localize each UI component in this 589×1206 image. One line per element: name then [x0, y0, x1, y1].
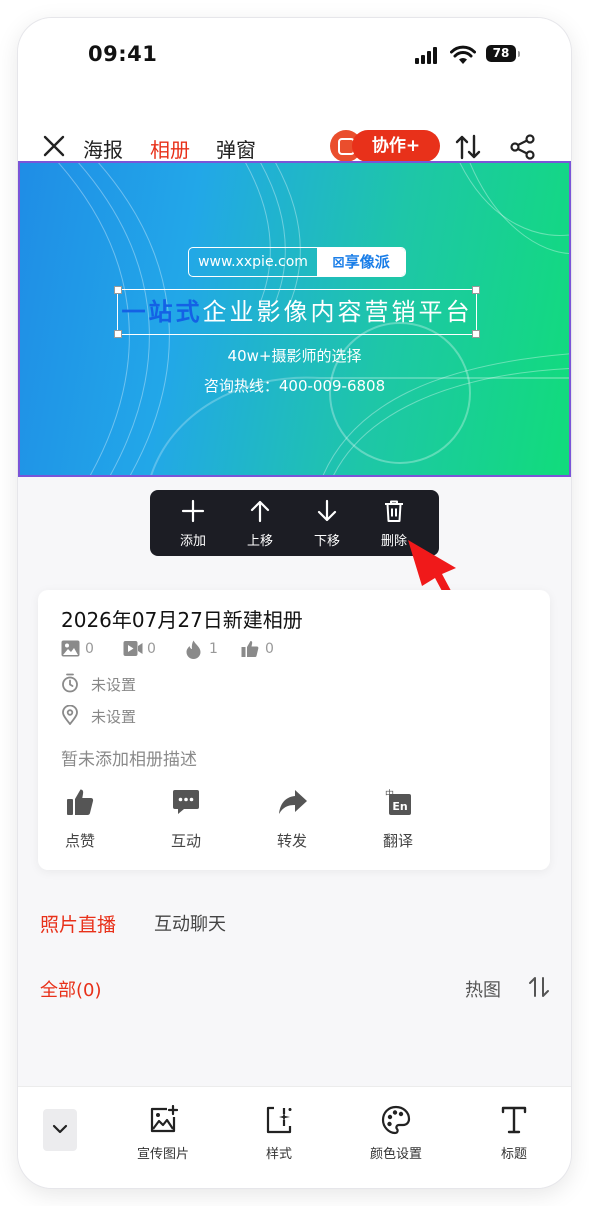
collapse-button[interactable] [43, 1109, 77, 1151]
tab-popup[interactable]: 弹窗 [216, 134, 256, 163]
cellular-signal-icon [415, 46, 443, 64]
album-info-card: 2026年07月27日新建相册 0 0 1 0 未设置 未设置 暂未添加相册描述… [38, 590, 550, 870]
trash-icon [385, 500, 403, 522]
translate-icon: En中 [385, 788, 411, 815]
phone-screen: 09:41 78 海报 相册 弹窗 协作+ www.xxpie.com ⊠享像派… [18, 18, 571, 1188]
title-button[interactable]: 标题 [469, 1105, 559, 1165]
status-bar: 09:41 78 [18, 18, 571, 88]
forward-button[interactable]: 转发 [262, 788, 322, 852]
thumb-up-icon [241, 641, 259, 657]
color-settings-button[interactable]: 颜色设置 [351, 1105, 441, 1165]
style-button[interactable]: 样式 [234, 1105, 324, 1165]
palette-icon [381, 1105, 411, 1135]
timer-icon [62, 673, 78, 693]
selected-text-box[interactable]: 一站式企业影像内容营销平台 [114, 286, 480, 338]
location-setting-row[interactable]: 未设置 [61, 704, 136, 726]
brand-logo-icon: ⊠ [332, 253, 345, 271]
text-t-icon [501, 1106, 527, 1134]
arrow-down-icon [317, 499, 337, 522]
tab-interactive-chat[interactable]: 互动聊天 [154, 910, 226, 936]
status-time: 09:41 [88, 42, 158, 66]
wifi-icon [450, 45, 476, 64]
forward-arrow-icon [279, 790, 307, 814]
filter-all[interactable]: 全部(0) [40, 976, 102, 1002]
tab-album[interactable]: 相册 [150, 134, 190, 163]
svg-text:中: 中 [385, 788, 394, 800]
hot-count: 1 [185, 640, 218, 660]
image-icon [61, 640, 80, 657]
move-down-button[interactable]: 下移 [294, 490, 360, 556]
like-button[interactable]: 点赞 [50, 788, 110, 852]
battery-icon: 78 [486, 45, 520, 62]
time-setting-row[interactable]: 未设置 [61, 673, 136, 694]
photo-count: 0 [61, 640, 94, 660]
interact-button[interactable]: 互动 [156, 788, 216, 852]
banner-url-badge: www.xxpie.com ⊠享像派 [188, 247, 406, 277]
promo-image-button[interactable]: 宣传图片 [118, 1105, 208, 1165]
filter-hot[interactable]: 热图 [465, 976, 501, 1002]
banner-headline: 一站式企业影像内容营销平台 [121, 298, 473, 326]
flame-icon [186, 640, 201, 659]
arrow-up-icon [250, 500, 270, 523]
video-count: 0 [123, 640, 156, 660]
bottom-toolbar: 宣传图片 样式 颜色设置 标题 [18, 1086, 571, 1188]
sort-icon[interactable] [528, 976, 550, 998]
album-banner[interactable]: www.xxpie.com ⊠享像派 一站式企业影像内容营销平台 40w+摄影师… [18, 161, 571, 477]
chevron-down-icon [52, 1124, 68, 1134]
add-button[interactable]: 添加 [160, 490, 226, 556]
banner-brand: ⊠享像派 [317, 248, 405, 276]
chat-bubble-icon [173, 790, 199, 814]
thumb-up-icon [67, 789, 94, 815]
collab-label: 协作+ [352, 130, 440, 162]
album-title: 2026年07月27日新建相册 [61, 608, 303, 632]
close-icon[interactable] [42, 134, 66, 158]
tab-photo-live[interactable]: 照片直播 [40, 910, 116, 937]
video-icon [123, 641, 143, 656]
banner-hotline: 咨询热线：400-009-6808 [203, 377, 386, 395]
share-icon[interactable] [509, 133, 537, 161]
translate-button[interactable]: En 中 翻译 [368, 788, 428, 852]
banner-url: www.xxpie.com [198, 254, 308, 270]
svg-text:En: En [392, 800, 407, 813]
move-up-button[interactable]: 上移 [227, 490, 293, 556]
banner-edit-toolbar: 添加 上移 下移 删除 [150, 490, 439, 556]
add-image-icon [150, 1105, 178, 1133]
tab-poster[interactable]: 海报 [83, 134, 123, 163]
sort-icon[interactable] [454, 134, 482, 160]
banner-subline: 40w+摄影师的选择 [227, 347, 362, 365]
top-nav: 海报 相册 弹窗 协作+ [18, 88, 571, 174]
plus-icon [181, 499, 205, 523]
location-pin-icon [62, 704, 78, 726]
like-count: 0 [241, 640, 274, 660]
album-description[interactable]: 暂未添加相册描述 [61, 745, 197, 770]
style-sparkle-icon [266, 1106, 292, 1134]
